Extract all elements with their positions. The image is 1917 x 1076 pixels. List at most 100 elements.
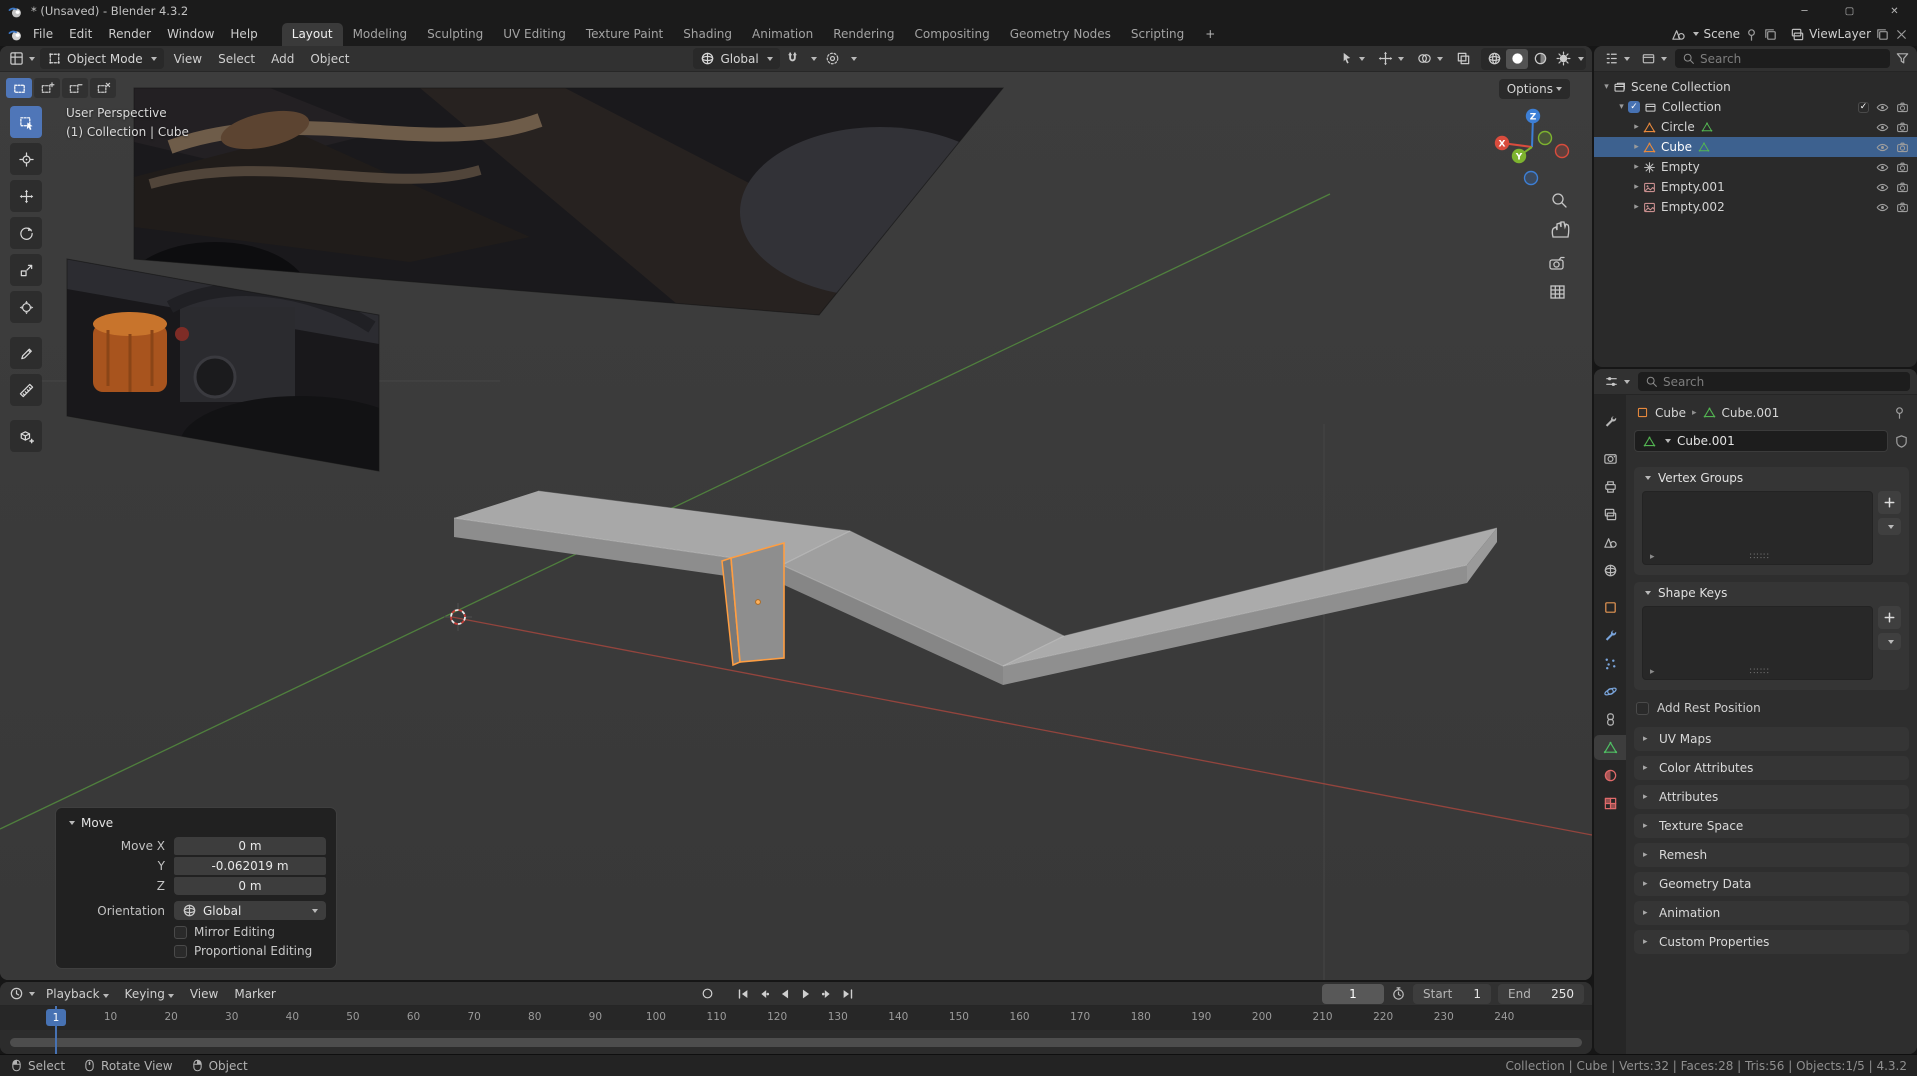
select-mode-difference[interactable] [90,78,116,98]
scene-selector[interactable]: Scene [1671,27,1778,42]
shading-wireframe-button[interactable] [1483,49,1505,69]
operator-field-y[interactable]: -0.062019 m [174,857,326,875]
panel-attributes[interactable]: ▸ Attributes [1634,785,1909,809]
add-workspace-button[interactable]: + [1196,27,1224,41]
viewport-menu-add[interactable]: Add [263,49,302,69]
snap-toggle[interactable] [782,49,803,68]
menu-window[interactable]: Window [159,24,222,44]
operator-panel-header[interactable]: Move [66,813,326,837]
menu-file[interactable]: File [25,24,61,44]
shape-keys-list[interactable]: ▸ ∷∷∷ [1642,606,1873,680]
expand-arrow-icon[interactable]: ▾ [1615,102,1628,112]
expand-arrow-icon[interactable]: ▾ [1600,82,1613,92]
auto-keying-toggle[interactable] [698,984,717,1003]
disable-render-camera-icon[interactable] [1896,201,1909,214]
outliner-display-mode-dropdown[interactable] [1638,49,1670,68]
properties-tab-modifiers[interactable] [1594,623,1626,648]
viewport-menu-view[interactable]: View [166,49,210,69]
workspace-tab-shading[interactable]: Shading [673,23,742,46]
pin-id-icon[interactable] [1892,405,1907,420]
timeline-editor[interactable]: Playback Keying View Marker 1 Start 1 End 250 [0,982,1592,1054]
properties-editor[interactable]: Cube ▸ Cube.001 Vertex Groups [1594,369,1917,1054]
properties-tab-material[interactable] [1594,763,1626,788]
object-visibility-dropdown[interactable] [1336,49,1368,68]
expand-arrow-icon[interactable]: ▸ [1630,202,1643,212]
cube-object-selected[interactable] [721,541,785,667]
gizmo-minus-z[interactable] [1523,170,1539,186]
disable-render-camera-icon[interactable] [1896,161,1909,174]
workspace-tab-compositing[interactable]: Compositing [904,23,999,46]
close-button[interactable]: ✕ [1872,0,1917,22]
shading-rendered-button[interactable] [1552,49,1574,69]
workspace-tab-modeling[interactable]: Modeling [343,23,418,46]
disable-render-camera-icon[interactable] [1896,141,1909,154]
properties-tab-texture[interactable] [1594,791,1626,816]
operator-field-z[interactable]: 0 m [174,877,326,895]
breadcrumb-data[interactable]: Cube.001 [1722,406,1780,420]
expand-arrow-icon[interactable]: ▸ [1630,122,1643,132]
timeline-scrollbar[interactable] [10,1038,1582,1047]
filter-icon[interactable] [1895,51,1910,66]
breadcrumb-object[interactable]: Cube [1655,406,1686,420]
workspace-tab-scripting[interactable]: Scripting [1121,23,1194,46]
outliner-item-circle[interactable]: ▸ Circle [1594,117,1917,137]
operator-checkbox-proportional-editing[interactable]: Proportional Editing [174,944,326,958]
select-mode-extend[interactable] [34,78,60,98]
shading-material-button[interactable] [1529,49,1551,69]
next-keyframe-button[interactable] [817,984,836,1003]
hide-eye-icon[interactable] [1876,181,1889,194]
maximize-button[interactable]: ▢ [1827,0,1872,22]
properties-tab-object-data[interactable] [1594,735,1626,760]
panel-uv-maps[interactable]: ▸ UV Maps [1634,727,1909,751]
xray-toggle[interactable] [1453,49,1474,68]
play-button[interactable] [796,984,815,1003]
play-reverse-button[interactable] [775,984,794,1003]
outliner-item-collection[interactable]: ▾ ✓ Collection ✓ [1594,97,1917,117]
panel-color-attributes[interactable]: ▸ Color Attributes [1634,756,1909,780]
outliner-editor[interactable]: ▾Scene Collection▾✓Collection✓▸Circle▸Cu… [1594,46,1917,367]
viewport-menu-object[interactable]: Object [302,49,357,69]
shading-solid-button[interactable] [1506,48,1528,69]
hide-eye-icon[interactable] [1876,161,1889,174]
hide-eye-icon[interactable] [1876,201,1889,214]
add-vertex-group-button[interactable] [1878,491,1901,514]
properties-tab-view-layer[interactable] [1594,502,1626,527]
panel-texture-space[interactable]: ▸ Texture Space [1634,814,1909,838]
expand-arrow-icon[interactable]: ▸ [1630,162,1643,172]
vertex-group-specials-button[interactable] [1878,518,1901,535]
tool-select-box[interactable] [10,106,42,138]
operator-checkbox-mirror-editing[interactable]: Mirror Editing [174,925,326,939]
properties-tab-render[interactable] [1594,446,1626,471]
properties-tab-scene[interactable] [1594,530,1626,555]
overlays-dropdown[interactable] [1414,49,1446,68]
gizmos-dropdown[interactable] [1375,49,1407,68]
view-layer-selector[interactable]: ViewLayer [1790,27,1909,42]
frame-start-field[interactable]: Start 1 [1413,983,1491,1004]
stopwatch-icon[interactable] [1391,986,1406,1001]
tool-rotate[interactable] [10,217,42,249]
outliner-item-empty[interactable]: ▸ Empty [1594,157,1917,177]
properties-search-input[interactable] [1663,374,1903,389]
workspace-tab-animation[interactable]: Animation [742,23,823,46]
expand-arrow-icon[interactable]: ▸ [1630,182,1643,192]
workspace-tab-layout[interactable]: Layout [281,22,343,46]
operator-orientation-dropdown[interactable]: Global [174,901,326,920]
outliner-item-cube[interactable]: ▸ Cube [1594,137,1917,157]
timeline-menu-view[interactable]: View [182,984,226,1004]
tool-annotate[interactable] [10,337,42,369]
properties-tab-world[interactable] [1594,558,1626,583]
list-resize-grip[interactable]: ∷∷∷ [1750,667,1770,677]
snap-dropdown[interactable] [805,55,820,63]
add-rest-position-checkbox[interactable]: Add Rest Position [1634,697,1909,727]
proportional-dropdown[interactable] [845,55,860,63]
remove-view-layer-icon[interactable] [1894,27,1909,42]
operator-field-move-x[interactable]: 0 m [174,837,326,855]
workspace-tab-uv-editing[interactable]: UV Editing [493,23,576,46]
panel-custom-properties[interactable]: ▸ Custom Properties [1634,930,1909,954]
expand-arrow-icon[interactable]: ▸ [1630,142,1643,152]
list-resize-grip[interactable]: ∷∷∷ [1750,552,1770,562]
select-mode-set[interactable] [6,78,32,98]
minimize-button[interactable]: ─ [1782,0,1827,22]
outliner-search-input[interactable] [1700,51,1883,66]
tool-add-cube[interactable] [10,420,42,452]
